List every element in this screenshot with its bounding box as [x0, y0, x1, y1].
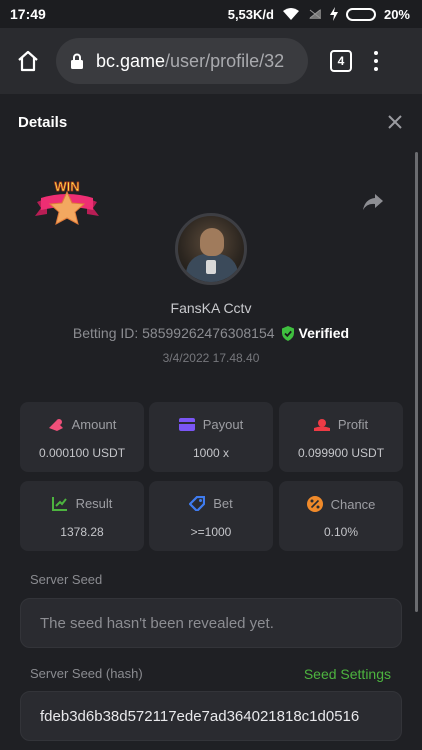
address-bar[interactable]: bc.game/user/profile/32 [56, 38, 308, 84]
profit-icon [313, 418, 330, 431]
charging-icon [329, 7, 338, 21]
bet-icon [189, 496, 206, 511]
status-bar: 17:49 5,53K/d 20% [0, 0, 422, 28]
avatar [175, 213, 247, 285]
browser-toolbar: bc.game/user/profile/32 4 [0, 28, 422, 94]
stat-value: 0.000100 USDT [38, 446, 126, 460]
share-icon[interactable] [362, 192, 384, 212]
stat-label: Bet [213, 496, 233, 511]
stat-label: Profit [337, 417, 369, 432]
stat-value: >=1000 [190, 525, 232, 539]
bet-date: 3/4/2022 17.48.40 [162, 351, 260, 365]
betting-id: Betting ID: 58599262476308154 [72, 325, 275, 341]
username: FansKA Cctv [170, 300, 252, 316]
seed-settings-link[interactable]: Seed Settings [304, 666, 391, 682]
status-indicators: 5,53K/d 20% [228, 7, 410, 22]
url-domain: bc.game [96, 50, 166, 71]
verified-badge: Verified [281, 325, 350, 341]
stat-value: 0.10% [323, 525, 359, 539]
stat-value: 1000 x [192, 446, 230, 460]
server-seed-hash-field[interactable]: fdeb3d6b38d572117ede7ad364021818c1d0516 [20, 691, 402, 741]
verified-label: Verified [298, 325, 350, 341]
stat-card-bet: Bet >=1000 [149, 481, 273, 551]
home-icon [18, 50, 38, 72]
server-seed-value: The seed hasn't been revealed yet. [40, 614, 274, 632]
status-time: 17:49 [10, 6, 46, 22]
shield-check-icon [281, 325, 294, 341]
details-header: Details [0, 94, 422, 150]
close-button[interactable] [388, 111, 402, 133]
payout-icon [178, 418, 195, 431]
lock-icon [71, 53, 83, 69]
svg-text:WIN: WIN [54, 179, 79, 194]
stat-card-amount: Amount 0.000100 USDT [20, 402, 144, 472]
stat-value: 0.099900 USDT [297, 446, 385, 460]
result-icon [51, 497, 67, 511]
wifi-icon [282, 8, 299, 20]
server-seed-hash-label: Server Seed (hash) [30, 666, 143, 681]
signal-icon [308, 9, 321, 19]
chance-icon [306, 496, 323, 512]
tab-switcher-button[interactable]: 4 [330, 50, 352, 72]
stat-card-profit: Profit 0.099900 USDT [279, 402, 403, 472]
stat-label: Result [75, 496, 113, 511]
network-speed: 5,53K/d [227, 6, 274, 22]
server-seed-hash-value: fdeb3d6b38d572117ede7ad364021818c1d0516 [40, 707, 360, 725]
stat-card-chance: Chance 0.10% [279, 481, 403, 551]
stat-card-result: Result 1378.28 [20, 481, 144, 551]
scrollbar[interactable] [415, 152, 418, 612]
server-seed-field[interactable]: The seed hasn't been revealed yet. [20, 598, 402, 648]
battery-indicator [345, 7, 376, 21]
stat-label: Payout [202, 417, 244, 432]
details-title: Details [18, 113, 68, 131]
home-button[interactable] [12, 45, 44, 77]
browser-menu-button[interactable] [374, 51, 378, 71]
stat-value: 1378.28 [60, 525, 104, 539]
win-badge-icon: WIN [35, 179, 99, 225]
stat-label: Amount [71, 417, 117, 432]
stat-card-payout: Payout 1000 x [149, 402, 273, 472]
battery-percent: 20% [383, 6, 410, 22]
close-icon [388, 115, 402, 129]
betting-id-row: Betting ID: 58599262476308154 Verified [0, 325, 422, 341]
amount-icon [48, 418, 63, 431]
url-path: /user/profile/32 [165, 50, 285, 71]
server-seed-label: Server Seed [30, 572, 103, 587]
stat-label: Chance [330, 496, 376, 512]
